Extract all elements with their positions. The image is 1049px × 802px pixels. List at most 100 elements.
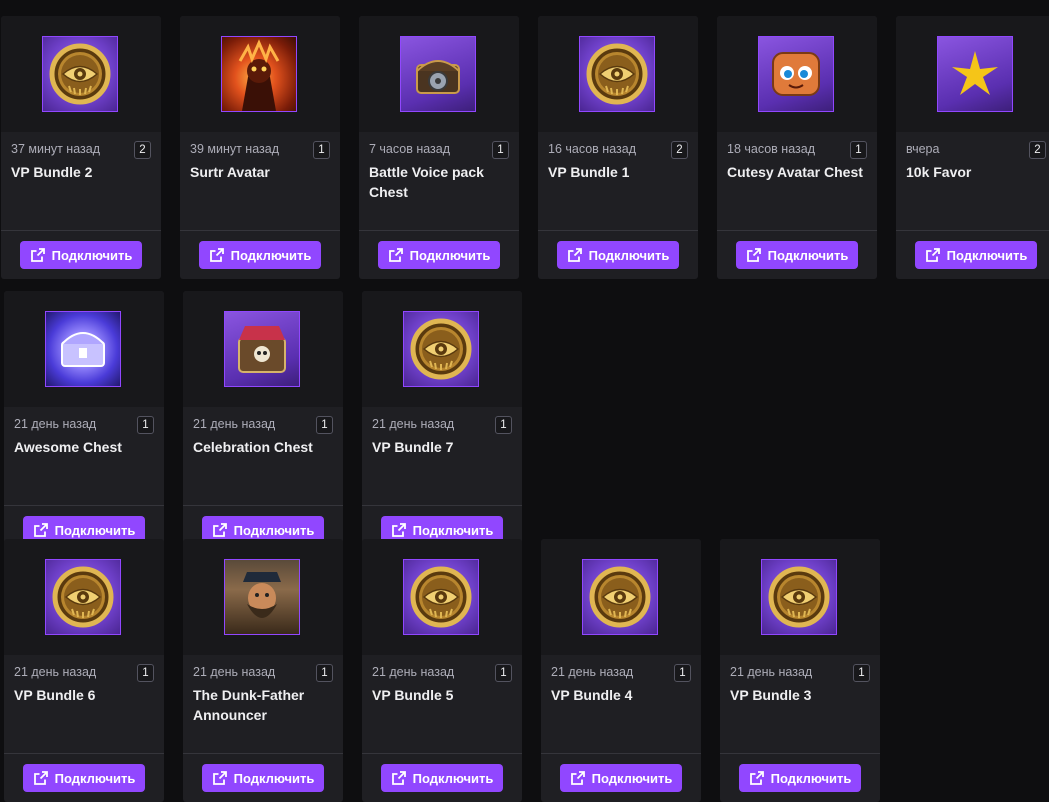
reward-title: Surtr Avatar (190, 164, 270, 180)
reward-card: 21 день назад 1 VP Bundle 6 Подключить (4, 539, 164, 802)
connect-button-label: Подключить (409, 247, 491, 263)
reward-info: 21 день назад 1 VP Bundle 4 (541, 655, 701, 754)
connect-button-label: Подключить (770, 770, 852, 786)
reward-info: 21 день назад 1 VP Bundle 6 (4, 655, 164, 754)
reward-actions: Подключить (1, 231, 161, 279)
dunk-father-icon (224, 559, 300, 635)
reward-actions: Подключить (538, 231, 698, 279)
reward-title: Celebration Chest (193, 439, 313, 455)
connect-button[interactable]: Подключить (380, 764, 504, 792)
external-link-icon (749, 771, 764, 785)
reward-info: 21 день назад 1 Celebration Chest (183, 407, 343, 506)
reward-actions: Подключить (359, 231, 519, 279)
connect-button[interactable]: Подключить (198, 241, 322, 269)
connect-button-label: Подключить (588, 247, 670, 263)
reward-actions: Подключить (4, 754, 164, 802)
reward-count-badge: 1 (313, 141, 330, 159)
reward-card: 21 день назад 1 Awesome Chest Подключить (4, 291, 164, 554)
reward-time: 16 часов назад (548, 142, 636, 156)
reward-title: Cutesy Avatar Chest (727, 164, 863, 180)
reward-time: 21 день назад (14, 417, 97, 431)
eye-coin-icon (579, 36, 655, 112)
reward-time: вчера (906, 142, 940, 156)
reward-actions: Подключить (180, 231, 340, 279)
connect-button-label: Подключить (54, 522, 136, 538)
connect-button[interactable]: Подключить (738, 764, 862, 792)
reward-thumbnail (183, 291, 343, 407)
external-link-icon (33, 771, 48, 785)
external-link-icon (570, 771, 585, 785)
reward-card: 37 минут назад 2 VP Bundle 2 Подключить (1, 16, 161, 279)
external-link-icon (212, 523, 227, 537)
reward-thumbnail (1, 16, 161, 132)
connect-button[interactable]: Подключить (377, 241, 501, 269)
reward-title: VP Bundle 1 (548, 164, 630, 180)
reward-info: 21 день назад 1 VP Bundle 7 (362, 407, 522, 506)
reward-count-badge: 1 (495, 664, 512, 682)
reward-info: 21 день назад 1 Awesome Chest (4, 407, 164, 506)
reward-card: 21 день назад 1 VP Bundle 3 Подключить (720, 539, 880, 802)
external-link-icon (391, 523, 406, 537)
connect-button-label: Подключить (230, 247, 312, 263)
connect-button-label: Подключить (946, 247, 1028, 263)
reward-time: 21 день назад (372, 417, 455, 431)
reward-time: 21 день назад (730, 665, 813, 679)
reward-time: 21 день назад (14, 665, 97, 679)
connect-button[interactable]: Подключить (914, 241, 1038, 269)
fire-giant-avatar-icon (221, 36, 297, 112)
reward-count-badge: 1 (850, 141, 867, 159)
connect-button[interactable]: Подключить (556, 241, 680, 269)
connect-button[interactable]: Подключить (19, 241, 143, 269)
external-link-icon (746, 248, 761, 262)
connect-button-label: Подключить (51, 247, 133, 263)
reward-card: 7 часов назад 1 Battle Voice pack Chest … (359, 16, 519, 279)
reward-count-badge: 1 (492, 141, 509, 159)
reward-thumbnail (183, 539, 343, 655)
reward-time: 37 минут назад (11, 142, 100, 156)
reward-time: 21 день назад (372, 665, 455, 679)
connect-button-label: Подключить (412, 770, 494, 786)
connect-button[interactable]: Подключить (559, 764, 683, 792)
awesome-chest-icon (45, 311, 121, 387)
connect-button-label: Подключить (412, 522, 494, 538)
reward-title: Battle Voice pack Chest (369, 164, 484, 200)
connect-button-label: Подключить (767, 247, 849, 263)
reward-title: VP Bundle 4 (551, 687, 633, 703)
reward-count-badge: 1 (853, 664, 870, 682)
connect-button[interactable]: Подключить (201, 764, 325, 792)
external-link-icon (391, 771, 406, 785)
reward-count-badge: 1 (674, 664, 691, 682)
reward-info: 21 день назад 1 VP Bundle 5 (362, 655, 522, 754)
reward-time: 7 часов назад (369, 142, 451, 156)
connect-button[interactable]: Подключить (735, 241, 859, 269)
reward-thumbnail (359, 16, 519, 132)
reward-time: 21 день назад (193, 665, 276, 679)
reward-card: 18 часов назад 1 Cutesy Avatar Chest Под… (717, 16, 877, 279)
reward-count-badge: 1 (137, 416, 154, 434)
reward-count-badge: 1 (316, 416, 333, 434)
reward-thumbnail (362, 291, 522, 407)
external-link-icon (567, 248, 582, 262)
external-link-icon (388, 248, 403, 262)
reward-card: 21 день назад 1 VP Bundle 5 Подключить (362, 539, 522, 802)
reward-thumbnail (362, 539, 522, 655)
eye-coin-icon (42, 36, 118, 112)
reward-title: VP Bundle 6 (14, 687, 96, 703)
reward-actions: Подключить (720, 754, 880, 802)
connect-button[interactable]: Подключить (22, 764, 146, 792)
reward-card: 21 день назад 1 Celebration Chest Подклю… (183, 291, 343, 554)
reward-title: VP Bundle 3 (730, 687, 812, 703)
connect-button-label: Подключить (233, 522, 315, 538)
reward-time: 21 день назад (193, 417, 276, 431)
external-link-icon (925, 248, 940, 262)
eye-coin-icon (582, 559, 658, 635)
reward-title: Awesome Chest (14, 439, 122, 455)
eye-coin-icon (761, 559, 837, 635)
reward-thumbnail (4, 539, 164, 655)
reward-thumbnail (541, 539, 701, 655)
reward-title: VP Bundle 7 (372, 439, 454, 455)
reward-actions: Подключить (541, 754, 701, 802)
eye-coin-icon (403, 559, 479, 635)
reward-count-badge: 1 (316, 664, 333, 682)
reward-title: VP Bundle 2 (11, 164, 93, 180)
